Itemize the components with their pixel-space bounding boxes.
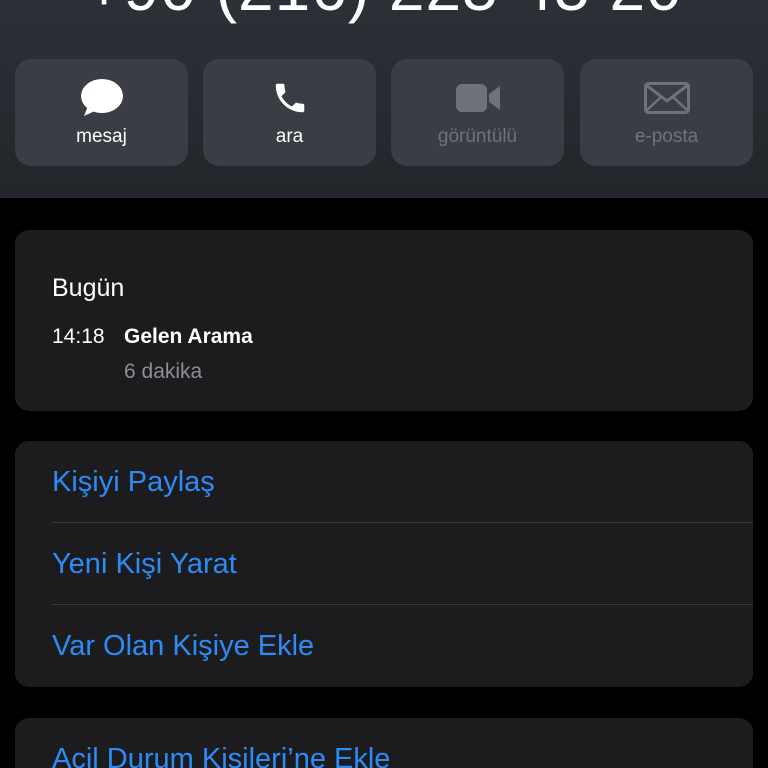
call-type: Gelen Arama bbox=[124, 325, 253, 348]
call-duration: 6 dakika bbox=[124, 360, 203, 383]
phone-icon bbox=[203, 79, 376, 117]
envelope-icon bbox=[580, 79, 753, 117]
email-button-label: e-posta bbox=[634, 126, 699, 147]
message-bubble-icon bbox=[15, 79, 188, 117]
contact-actions-card: Kişiyi Paylaş Yeni Kişi Yarat Var Olan K… bbox=[15, 441, 753, 687]
recent-calls-card: Bugün 14:18 Gelen Arama 6 dakika bbox=[15, 230, 753, 411]
contact-header: +90 (216) 225 45 20 mesaj ara bbox=[0, 0, 768, 198]
message-button-label: mesaj bbox=[76, 126, 127, 147]
contact-detail-screen: +90 (216) 225 45 20 mesaj ara bbox=[0, 0, 768, 768]
video-call-button[interactable]: görüntülü bbox=[391, 59, 564, 166]
create-new-contact-label: Yeni Kişi Yarat bbox=[52, 548, 237, 580]
emergency-contacts-card[interactable]: Acil Durum Kişileri’ne Ekle bbox=[15, 718, 753, 768]
add-emergency-contact-label: Acil Durum Kişileri’ne Ekle bbox=[52, 743, 391, 768]
add-to-existing-contact-row[interactable]: Var Olan Kişiye Ekle bbox=[15, 605, 753, 687]
add-to-existing-contact-label: Var Olan Kişiye Ekle bbox=[52, 630, 315, 662]
share-contact-label: Kişiyi Paylaş bbox=[52, 466, 215, 498]
share-contact-row[interactable]: Kişiyi Paylaş bbox=[15, 441, 753, 523]
email-button[interactable]: e-posta bbox=[580, 59, 753, 166]
recent-calls-title: Bugün bbox=[52, 274, 125, 302]
video-call-button-label: görüntülü bbox=[437, 126, 518, 147]
call-button[interactable]: ara bbox=[203, 59, 376, 166]
create-new-contact-row[interactable]: Yeni Kişi Yarat bbox=[15, 523, 753, 605]
call-time: 14:18 bbox=[52, 325, 105, 348]
call-button-label: ara bbox=[275, 126, 304, 147]
phone-number[interactable]: +90 (216) 225 45 20 bbox=[0, 0, 768, 20]
video-camera-icon bbox=[391, 79, 564, 117]
message-button[interactable]: mesaj bbox=[15, 59, 188, 166]
